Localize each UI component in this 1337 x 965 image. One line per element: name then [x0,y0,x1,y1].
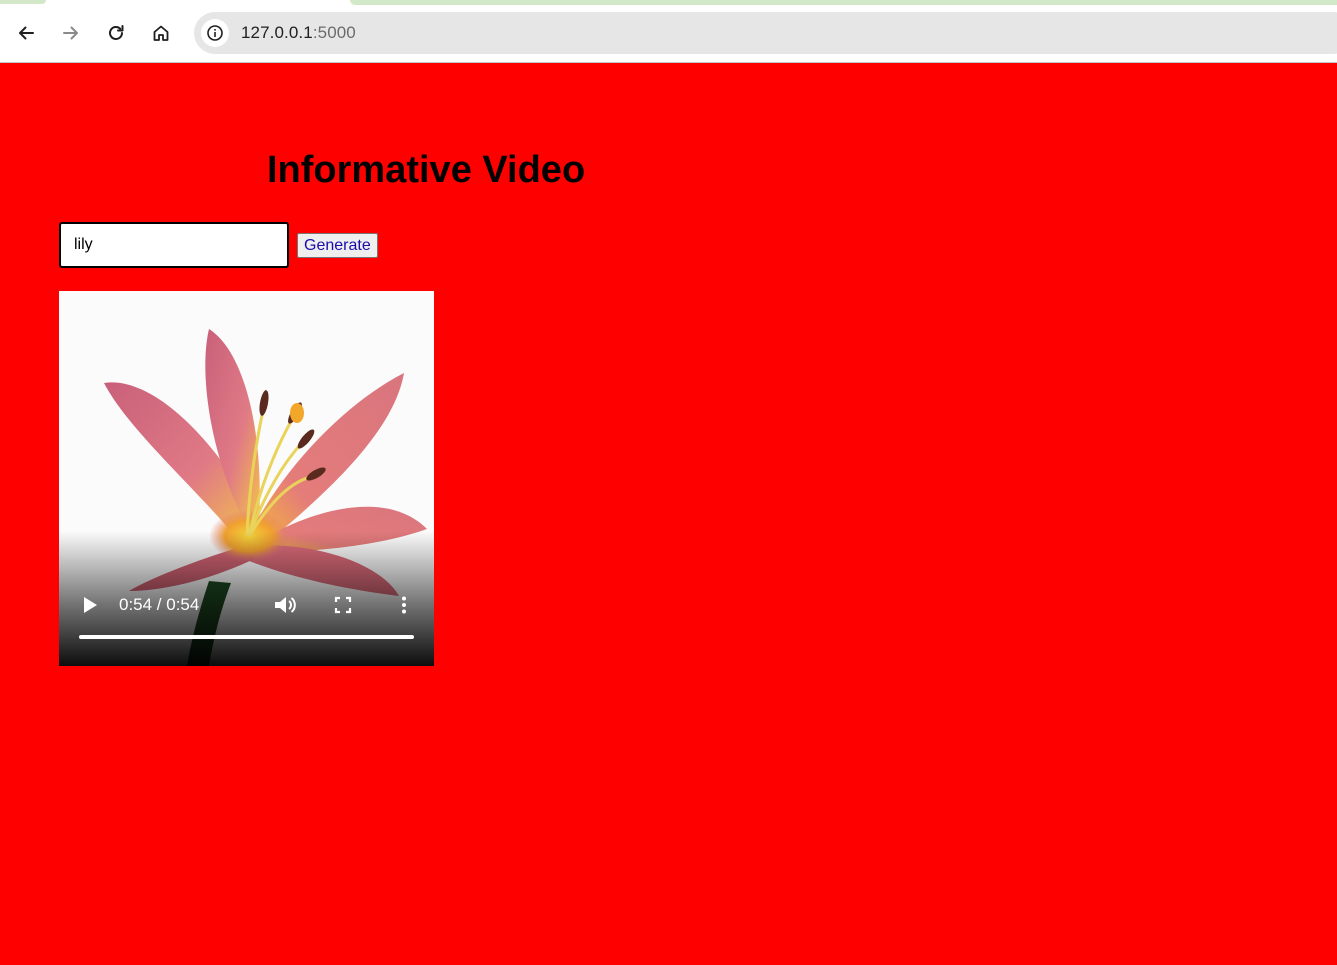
progress-bar[interactable] [79,635,414,639]
more-vert-icon [402,596,406,614]
site-info-icon [207,25,223,41]
back-arrow-icon [19,26,34,40]
more-options-button[interactable] [397,595,411,615]
address-bar[interactable]: 127.0.0.1:5000 [194,12,1337,54]
tab-strip-accent [0,0,46,4]
home-icon [153,25,169,41]
fullscreen-button[interactable] [333,595,353,615]
forward-button[interactable] [54,16,88,50]
browser-toolbar: 127.0.0.1:5000 [0,0,1337,62]
reload-button[interactable] [99,16,133,50]
controls-overlay [59,531,434,666]
time-display: 0:54 / 0:54 [119,595,200,614]
url-host: 127.0.0.1 [241,23,313,42]
play-button[interactable] [79,593,101,617]
generate-button[interactable]: Generate [297,233,378,258]
fullscreen-icon [334,596,352,614]
url-text: 127.0.0.1:5000 [241,23,356,43]
site-info-button[interactable] [201,19,229,47]
volume-icon [275,597,296,613]
back-button[interactable] [9,16,43,50]
url-port: :5000 [312,23,356,42]
topic-input[interactable] [59,222,289,268]
page-title: Informative Video [267,149,586,191]
page-body: Informative Video Generate [0,63,1337,965]
video-player[interactable]: 0:54 / 0:54 [59,291,434,666]
reload-icon [109,25,124,40]
forward-arrow-icon [63,26,78,40]
tab-strip-accent [350,0,1337,5]
play-icon [84,597,97,613]
home-button[interactable] [144,16,178,50]
volume-button[interactable] [272,593,298,617]
